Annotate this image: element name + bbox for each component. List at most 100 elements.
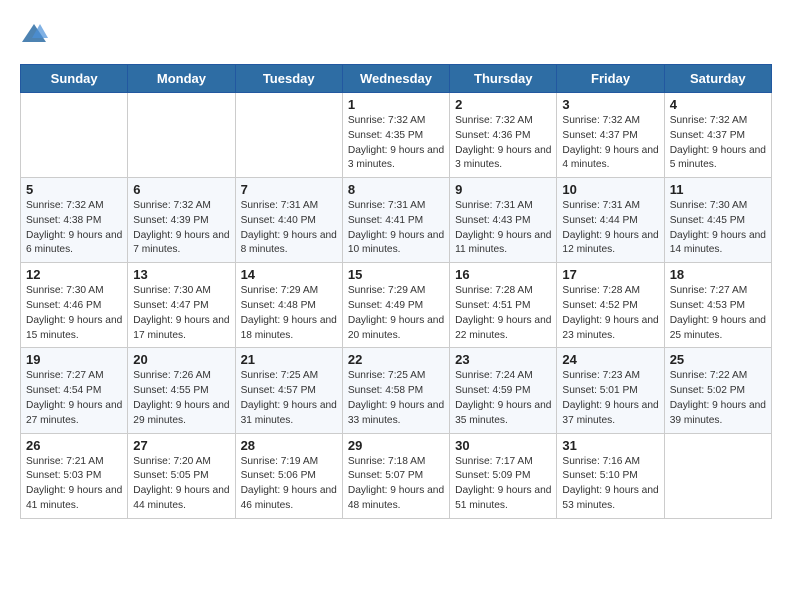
cell-text: Sunrise: 7:32 AM Sunset: 4:35 PM Dayligh… xyxy=(348,114,444,173)
cell-text: Sunrise: 7:32 AM Sunset: 4:37 PM Dayligh… xyxy=(562,114,658,173)
calendar-week-1: 1 Sunrise: 7:32 AM Sunset: 4:35 PM Daylig… xyxy=(21,93,772,178)
calendar-cell: 6 Sunrise: 7:32 AM Sunset: 4:39 PM Daylig… xyxy=(128,178,235,263)
cell-text: Sunrise: 7:18 AM Sunset: 5:07 PM Dayligh… xyxy=(348,455,444,514)
calendar-cell: 30 Sunrise: 7:17 AM Sunset: 5:09 PM Dayli… xyxy=(450,433,557,518)
cell-text: Sunrise: 7:30 AM Sunset: 4:47 PM Dayligh… xyxy=(133,284,229,343)
calendar-cell: 15Sunrise: 7:29 AM Sunset: 4:49 PM Dayli… xyxy=(342,263,449,348)
cell-text: Sunrise: 7:25 AM Sunset: 4:57 PM Dayligh… xyxy=(241,369,337,428)
logo xyxy=(20,20,52,48)
day-number: 3 xyxy=(562,97,658,112)
day-number: 12 xyxy=(26,267,122,282)
day-number: 1 xyxy=(348,97,444,112)
calendar: SundayMondayTuesdayWednesdayThursdayFrid… xyxy=(20,64,772,519)
cell-text: Sunrise: 7:29 AM Sunset: 4:48 PM Dayligh… xyxy=(241,284,337,343)
cell-text: Sunrise: 7:27 AM Sunset: 4:54 PM Dayligh… xyxy=(26,369,122,428)
cell-text: Sunrise: 7:28 AM Sunset: 4:51 PM Dayligh… xyxy=(455,284,551,343)
calendar-cell: 9 Sunrise: 7:31 AM Sunset: 4:43 PM Daylig… xyxy=(450,178,557,263)
day-number: 9 xyxy=(455,182,551,197)
calendar-cell: 23 Sunrise: 7:24 AM Sunset: 4:59 PM Dayli… xyxy=(450,348,557,433)
day-number: 25 xyxy=(670,352,766,367)
logo-icon xyxy=(20,20,48,48)
day-number: 5 xyxy=(26,182,122,197)
day-header-tuesday: Tuesday xyxy=(235,65,342,93)
calendar-cell: 26Sunrise: 7:21 AM Sunset: 5:03 PM Dayli… xyxy=(21,433,128,518)
calendar-cell: 13 Sunrise: 7:30 AM Sunset: 4:47 PM Dayli… xyxy=(128,263,235,348)
day-header-sunday: Sunday xyxy=(21,65,128,93)
calendar-cell: 12 Sunrise: 7:30 AM Sunset: 4:46 PM Dayli… xyxy=(21,263,128,348)
calendar-cell: 8 Sunrise: 7:31 AM Sunset: 4:41 PM Daylig… xyxy=(342,178,449,263)
calendar-cell: 22Sunrise: 7:25 AM Sunset: 4:58 PM Dayli… xyxy=(342,348,449,433)
day-header-friday: Friday xyxy=(557,65,664,93)
day-number: 28 xyxy=(241,438,337,453)
cell-text: Sunrise: 7:17 AM Sunset: 5:09 PM Dayligh… xyxy=(455,455,551,514)
calendar-cell: 29 Sunrise: 7:18 AM Sunset: 5:07 PM Dayli… xyxy=(342,433,449,518)
day-number: 16 xyxy=(455,267,551,282)
cell-text: Sunrise: 7:19 AM Sunset: 5:06 PM Dayligh… xyxy=(241,455,337,514)
cell-text: Sunrise: 7:16 AM Sunset: 5:10 PM Dayligh… xyxy=(562,455,658,514)
calendar-header-row: SundayMondayTuesdayWednesdayThursdayFrid… xyxy=(21,65,772,93)
day-number: 7 xyxy=(241,182,337,197)
day-number: 4 xyxy=(670,97,766,112)
calendar-cell: 2 Sunrise: 7:32 AM Sunset: 4:36 PM Daylig… xyxy=(450,93,557,178)
calendar-cell: 24 Sunrise: 7:23 AM Sunset: 5:01 PM Dayli… xyxy=(557,348,664,433)
day-number: 26 xyxy=(26,438,122,453)
day-number: 13 xyxy=(133,267,229,282)
day-number: 30 xyxy=(455,438,551,453)
cell-text: Sunrise: 7:31 AM Sunset: 4:44 PM Dayligh… xyxy=(562,199,658,258)
calendar-cell: 11 Sunrise: 7:30 AM Sunset: 4:45 PM Dayli… xyxy=(664,178,771,263)
day-number: 10 xyxy=(562,182,658,197)
day-number: 23 xyxy=(455,352,551,367)
day-header-saturday: Saturday xyxy=(664,65,771,93)
calendar-cell xyxy=(664,433,771,518)
day-number: 24 xyxy=(562,352,658,367)
calendar-week-5: 26Sunrise: 7:21 AM Sunset: 5:03 PM Dayli… xyxy=(21,433,772,518)
day-header-wednesday: Wednesday xyxy=(342,65,449,93)
cell-text: Sunrise: 7:27 AM Sunset: 4:53 PM Dayligh… xyxy=(670,284,766,343)
cell-text: Sunrise: 7:32 AM Sunset: 4:36 PM Dayligh… xyxy=(455,114,551,173)
day-number: 22 xyxy=(348,352,444,367)
day-number: 15 xyxy=(348,267,444,282)
day-number: 29 xyxy=(348,438,444,453)
calendar-cell xyxy=(128,93,235,178)
calendar-cell: 5 Sunrise: 7:32 AM Sunset: 4:38 PM Daylig… xyxy=(21,178,128,263)
day-header-thursday: Thursday xyxy=(450,65,557,93)
calendar-cell: 31Sunrise: 7:16 AM Sunset: 5:10 PM Dayli… xyxy=(557,433,664,518)
day-number: 18 xyxy=(670,267,766,282)
day-number: 20 xyxy=(133,352,229,367)
cell-text: Sunrise: 7:20 AM Sunset: 5:05 PM Dayligh… xyxy=(133,455,229,514)
cell-text: Sunrise: 7:26 AM Sunset: 4:55 PM Dayligh… xyxy=(133,369,229,428)
day-number: 2 xyxy=(455,97,551,112)
calendar-cell: 19 Sunrise: 7:27 AM Sunset: 4:54 PM Dayli… xyxy=(21,348,128,433)
calendar-cell xyxy=(21,93,128,178)
calendar-cell: 20 Sunrise: 7:26 AM Sunset: 4:55 PM Dayli… xyxy=(128,348,235,433)
cell-text: Sunrise: 7:31 AM Sunset: 4:41 PM Dayligh… xyxy=(348,199,444,258)
cell-text: Sunrise: 7:32 AM Sunset: 4:37 PM Dayligh… xyxy=(670,114,766,173)
calendar-cell: 4 Sunrise: 7:32 AM Sunset: 4:37 PM Daylig… xyxy=(664,93,771,178)
day-header-monday: Monday xyxy=(128,65,235,93)
calendar-cell: 28 Sunrise: 7:19 AM Sunset: 5:06 PM Dayli… xyxy=(235,433,342,518)
calendar-week-4: 19 Sunrise: 7:27 AM Sunset: 4:54 PM Dayli… xyxy=(21,348,772,433)
cell-text: Sunrise: 7:32 AM Sunset: 4:38 PM Dayligh… xyxy=(26,199,122,258)
cell-text: Sunrise: 7:24 AM Sunset: 4:59 PM Dayligh… xyxy=(455,369,551,428)
day-number: 6 xyxy=(133,182,229,197)
calendar-cell: 18 Sunrise: 7:27 AM Sunset: 4:53 PM Dayli… xyxy=(664,263,771,348)
cell-text: Sunrise: 7:32 AM Sunset: 4:39 PM Dayligh… xyxy=(133,199,229,258)
cell-text: Sunrise: 7:30 AM Sunset: 4:45 PM Dayligh… xyxy=(670,199,766,258)
cell-text: Sunrise: 7:22 AM Sunset: 5:02 PM Dayligh… xyxy=(670,369,766,428)
calendar-cell xyxy=(235,93,342,178)
day-number: 27 xyxy=(133,438,229,453)
calendar-cell: 10 Sunrise: 7:31 AM Sunset: 4:44 PM Dayli… xyxy=(557,178,664,263)
cell-text: Sunrise: 7:23 AM Sunset: 5:01 PM Dayligh… xyxy=(562,369,658,428)
cell-text: Sunrise: 7:31 AM Sunset: 4:43 PM Dayligh… xyxy=(455,199,551,258)
day-number: 19 xyxy=(26,352,122,367)
day-number: 11 xyxy=(670,182,766,197)
day-number: 8 xyxy=(348,182,444,197)
calendar-cell: 3 Sunrise: 7:32 AM Sunset: 4:37 PM Daylig… xyxy=(557,93,664,178)
header xyxy=(20,20,772,48)
calendar-cell: 16 Sunrise: 7:28 AM Sunset: 4:51 PM Dayli… xyxy=(450,263,557,348)
cell-text: Sunrise: 7:28 AM Sunset: 4:52 PM Dayligh… xyxy=(562,284,658,343)
calendar-cell: 14Sunrise: 7:29 AM Sunset: 4:48 PM Dayli… xyxy=(235,263,342,348)
cell-text: Sunrise: 7:31 AM Sunset: 4:40 PM Dayligh… xyxy=(241,199,337,258)
cell-text: Sunrise: 7:30 AM Sunset: 4:46 PM Dayligh… xyxy=(26,284,122,343)
calendar-cell: 1 Sunrise: 7:32 AM Sunset: 4:35 PM Daylig… xyxy=(342,93,449,178)
